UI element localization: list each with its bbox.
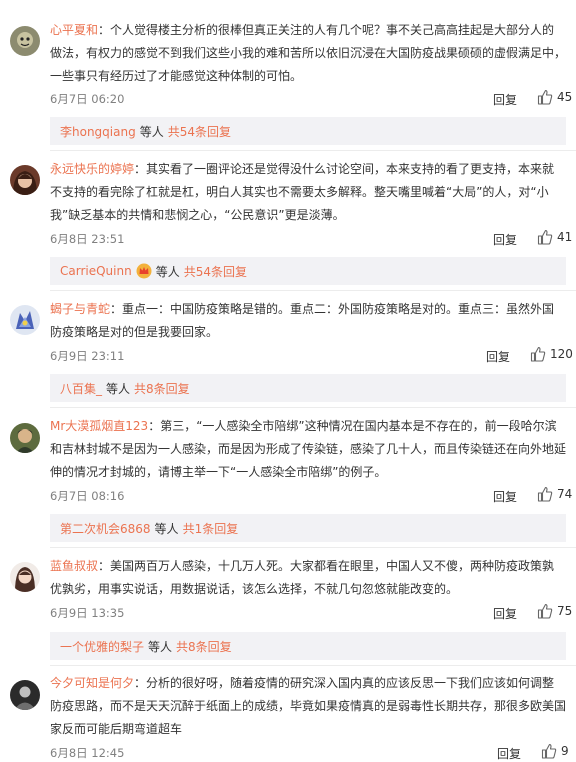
sub-reply-user[interactable]: 李hongqiang bbox=[60, 123, 136, 140]
divider bbox=[50, 547, 576, 548]
sub-reply-total[interactable]: 共54条回复 bbox=[184, 263, 247, 280]
sub-reply-etc: 等人 bbox=[154, 521, 179, 536]
comment-text: 永远快乐的婷婷：其实看了一圈评论还是觉得没什么讨论空间，本来支持的看了更支持，本… bbox=[50, 162, 555, 222]
avatar[interactable] bbox=[10, 562, 40, 592]
comment-text: Mr大漠孤烟直123：第三，“一人感染全市陪绑”这种情况在国内基本是不存在的，前… bbox=[50, 419, 567, 479]
comment-time: 6月9日 13:35 bbox=[50, 606, 125, 620]
comment-time: 6月7日 08:16 bbox=[50, 489, 125, 503]
avatar[interactable] bbox=[10, 165, 40, 195]
like-count: 74 bbox=[557, 487, 573, 501]
like-button[interactable]: 41 bbox=[537, 229, 572, 245]
sub-reply-user[interactable]: 一个优雅的梨子 bbox=[60, 638, 144, 655]
reply-button[interactable]: 回复 bbox=[493, 231, 517, 248]
avatar[interactable] bbox=[10, 305, 40, 335]
comment-body: 重点一：中国防疫策略是错的。重点二：外国防疫策略是对的。重点三：虽然外国防疫策略… bbox=[50, 302, 555, 339]
reply-button[interactable]: 回复 bbox=[486, 348, 510, 365]
like-button[interactable]: 74 bbox=[537, 486, 572, 502]
sub-reply-total[interactable]: 共1条回复 bbox=[183, 520, 239, 537]
like-button[interactable]: 9 bbox=[541, 743, 569, 759]
like-count: 45 bbox=[557, 90, 573, 104]
reply-button[interactable]: 回复 bbox=[493, 488, 517, 505]
reply-button[interactable]: 回复 bbox=[493, 605, 517, 622]
thumbs-up-icon bbox=[537, 603, 553, 619]
thumbs-up-icon bbox=[530, 346, 546, 362]
sub-reply-etc: 等人 bbox=[139, 124, 164, 139]
like-count: 41 bbox=[557, 230, 573, 244]
sub-replies-bar[interactable]: 李hongqiang 等人 共54条回复 bbox=[50, 117, 566, 145]
sub-reply-user[interactable]: 八百集_ bbox=[60, 380, 102, 397]
sub-reply-total[interactable]: 共54条回复 bbox=[168, 123, 231, 140]
sub-replies-bar[interactable]: 一个优雅的梨子 等人 共8条回复 bbox=[50, 632, 566, 660]
comment-time: 6月7日 06:20 bbox=[50, 92, 125, 106]
comment-text: 蓝鱼叔叔：美国两百万人感染，十几万人死。大家都看在眼里，中国人又不傻，两种防疫政… bbox=[50, 559, 555, 596]
comment-username[interactable]: 蓝鱼叔叔 bbox=[50, 559, 98, 573]
like-button[interactable]: 75 bbox=[537, 603, 572, 619]
reply-button[interactable]: 回复 bbox=[497, 745, 521, 762]
thumbs-up-icon bbox=[541, 743, 557, 759]
comment-username[interactable]: 永远快乐的婷婷 bbox=[50, 162, 134, 176]
like-count: 120 bbox=[550, 347, 573, 361]
sub-reply-total[interactable]: 共8条回复 bbox=[176, 638, 232, 655]
comment-username[interactable]: 蝎子与青蛇 bbox=[50, 302, 110, 316]
sub-replies-bar[interactable]: 八百集_ 等人 共8条回复 bbox=[50, 374, 566, 402]
comment-time: 6月8日 23:51 bbox=[50, 232, 125, 246]
avatar[interactable] bbox=[10, 26, 40, 56]
sub-reply-etc: 等人 bbox=[155, 264, 180, 279]
comment-username[interactable]: 心平夏和 bbox=[50, 23, 98, 37]
crown-badge-icon bbox=[136, 263, 152, 279]
thumbs-up-icon bbox=[537, 229, 553, 245]
sub-reply-user[interactable]: 第二次机会6868 bbox=[60, 520, 151, 537]
comment-text: 心平夏和：个人觉得楼主分析的很棒但真正关注的人有几个呢？事不关己高高挂起是大部分… bbox=[50, 23, 567, 83]
like-button[interactable]: 120 bbox=[530, 346, 573, 362]
sub-replies-bar[interactable]: 第二次机会6868 等人 共1条回复 bbox=[50, 514, 566, 542]
thumbs-up-icon bbox=[537, 486, 553, 502]
comment-text: 今夕可知是何夕：分析的很好呀，随着疫情的研究深入国内真的应该反思一下我们应该如何… bbox=[50, 676, 567, 736]
reply-button[interactable]: 回复 bbox=[493, 91, 517, 108]
comment-body: 美国两百万人感染，十几万人死。大家都看在眼里，中国人又不傻，两种防疫政策孰优孰劣… bbox=[50, 559, 555, 596]
avatar[interactable] bbox=[10, 680, 40, 710]
sub-reply-user[interactable]: CarrieQuinn bbox=[60, 264, 132, 278]
divider bbox=[50, 150, 576, 151]
divider bbox=[50, 407, 576, 408]
comment-body: 个人觉得楼主分析的很棒但真正关注的人有几个呢？事不关己高高挂起是大部分人的做法，… bbox=[50, 23, 567, 83]
like-count: 9 bbox=[561, 744, 569, 758]
comment-time: 6月8日 12:45 bbox=[50, 746, 125, 760]
avatar[interactable] bbox=[10, 423, 40, 453]
comment-time: 6月9日 23:11 bbox=[50, 349, 125, 363]
comment-username[interactable]: Mr大漠孤烟直123 bbox=[50, 419, 148, 433]
comment-text: 蝎子与青蛇：重点一：中国防疫策略是错的。重点二：外国防疫策略是对的。重点三：虽然… bbox=[50, 302, 555, 339]
thumbs-up-icon bbox=[537, 89, 553, 105]
sub-reply-etc: 等人 bbox=[148, 639, 173, 654]
sub-reply-total[interactable]: 共8条回复 bbox=[134, 380, 190, 397]
divider bbox=[50, 290, 576, 291]
comment-username[interactable]: 今夕可知是何夕 bbox=[50, 676, 134, 690]
like-count: 75 bbox=[557, 604, 573, 618]
sub-replies-bar[interactable]: CarrieQuinn 等人 共54条回复 bbox=[50, 257, 566, 285]
divider bbox=[50, 665, 576, 666]
like-button[interactable]: 45 bbox=[537, 89, 572, 105]
sub-reply-etc: 等人 bbox=[106, 381, 131, 396]
